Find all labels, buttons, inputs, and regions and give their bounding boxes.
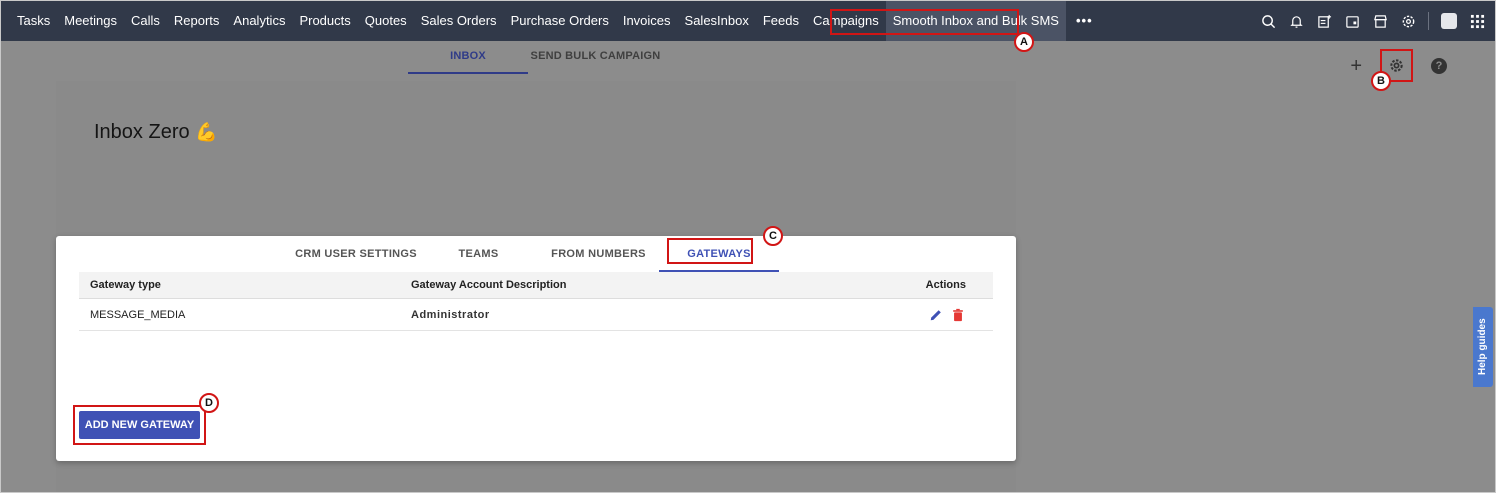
nav-purchase-orders[interactable]: Purchase Orders — [504, 1, 616, 41]
nav-right-icons — [1260, 1, 1485, 41]
table-row: MESSAGE_MEDIA Administrator — [79, 299, 993, 331]
avatar[interactable] — [1441, 13, 1457, 29]
col-gateway-description: Gateway Account Description — [411, 279, 567, 291]
bell-icon[interactable] — [1288, 13, 1304, 29]
highlight-box-a — [830, 9, 1019, 35]
cell-gateway-description: Administrator — [411, 308, 490, 321]
add-new-gateway-button[interactable]: ADD NEW GATEWAY — [79, 411, 200, 439]
nav-tasks[interactable]: Tasks — [10, 1, 57, 41]
app-window: Tasks Meetings Calls Reports Analytics P… — [0, 0, 1496, 493]
add-note-icon[interactable] — [1316, 13, 1332, 29]
gateways-table: Gateway type Gateway Account Description… — [79, 272, 993, 331]
nav-reports[interactable]: Reports — [167, 1, 227, 41]
nav-salesinbox[interactable]: SalesInbox — [678, 1, 756, 41]
store-icon[interactable] — [1372, 13, 1388, 29]
modal-tabs: CRM USER SETTINGS TEAMS FROM NUMBERS GAT… — [56, 236, 1016, 272]
tab-send-bulk-campaign[interactable]: SEND BULK CAMPAIGN — [528, 41, 663, 74]
nav-calls[interactable]: Calls — [124, 1, 167, 41]
tab-from-numbers[interactable]: FROM NUMBERS — [546, 236, 651, 272]
tab-crm-user-settings[interactable]: CRM USER SETTINGS — [291, 236, 421, 272]
gear-icon — [1390, 59, 1403, 72]
sub-header-actions: + ? — [1350, 49, 1447, 82]
nav-sales-orders[interactable]: Sales Orders — [414, 1, 504, 41]
col-gateway-type: Gateway type — [90, 279, 161, 291]
highlight-box-d: ADD NEW GATEWAY — [73, 405, 206, 445]
tab-gateways[interactable]: GATEWAYS — [659, 236, 779, 272]
muscle-emoji-icon: 💪 — [195, 122, 218, 142]
delete-trash-icon[interactable] — [951, 308, 965, 322]
cell-gateway-type: MESSAGE_MEDIA — [90, 308, 186, 321]
help-icon[interactable]: ? — [1431, 57, 1447, 74]
settings-icon[interactable] — [1400, 13, 1416, 29]
page-title: Inbox Zero 💪 — [94, 121, 218, 144]
nav-feeds[interactable]: Feeds — [756, 1, 806, 41]
nav-quotes[interactable]: Quotes — [358, 1, 414, 41]
annotation-marker-b: B — [1371, 71, 1391, 91]
nav-invoices[interactable]: Invoices — [616, 1, 678, 41]
inbox-title-text: Inbox Zero — [94, 121, 190, 143]
col-actions: Actions — [925, 279, 966, 291]
nav-analytics[interactable]: Analytics — [226, 1, 292, 41]
calendar-icon[interactable] — [1344, 13, 1360, 29]
settings-modal: CRM USER SETTINGS TEAMS FROM NUMBERS GAT… — [56, 236, 1016, 461]
tab-teams[interactable]: TEAMS — [441, 236, 516, 272]
cell-actions — [841, 308, 993, 322]
nav-divider — [1428, 12, 1429, 30]
table-header: Gateway type Gateway Account Description… — [79, 272, 993, 299]
help-guides-tab[interactable]: Help guides — [1473, 307, 1493, 387]
nav-products[interactable]: Products — [292, 1, 357, 41]
annotation-marker-d: D — [199, 393, 219, 413]
tab-inbox[interactable]: INBOX — [408, 41, 528, 74]
top-nav: Tasks Meetings Calls Reports Analytics P… — [1, 1, 1495, 41]
highlight-box-c — [667, 238, 753, 264]
nav-meetings[interactable]: Meetings — [57, 1, 124, 41]
apps-grid-icon[interactable] — [1469, 13, 1485, 29]
plus-icon[interactable]: + — [1350, 56, 1362, 76]
nav-more-button[interactable]: ••• — [1066, 1, 1103, 41]
annotation-marker-c: C — [763, 226, 783, 246]
edit-pencil-icon[interactable] — [929, 308, 943, 322]
sub-header: INBOX SEND BULK CAMPAIGN + ? — [1, 41, 1495, 82]
search-icon[interactable] — [1260, 13, 1276, 29]
